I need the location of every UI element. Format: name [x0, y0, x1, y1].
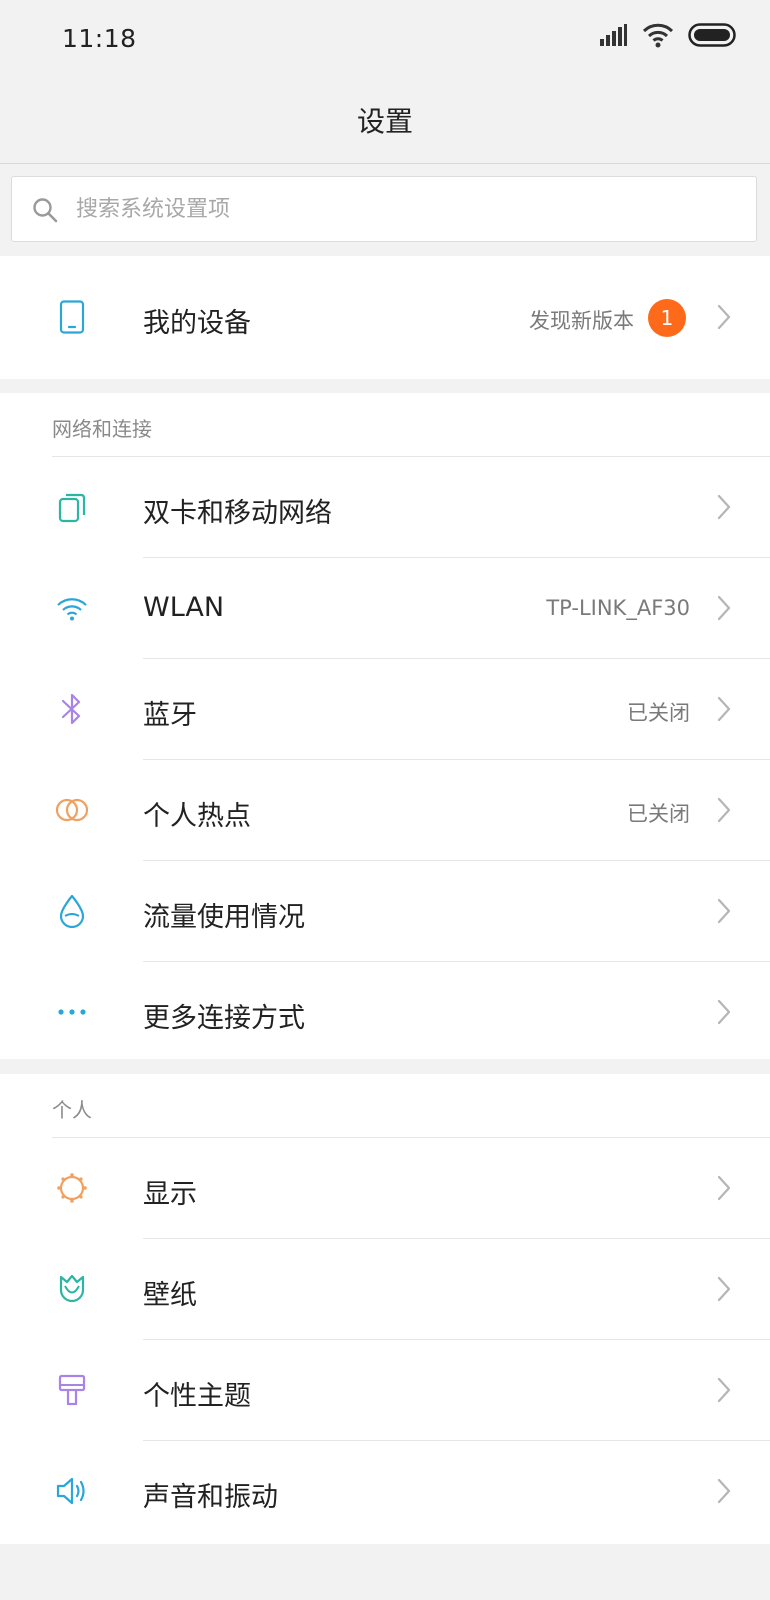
row-label: 流量使用情况 [143, 902, 305, 933]
settings-row-theme[interactable]: 个性主题 [0, 1340, 770, 1441]
chevron-right-icon [716, 594, 732, 626]
row-value: 已关闭 [627, 701, 690, 725]
personal-section: 个人 显示 壁纸 个性主题 声音和振动 [0, 1074, 770, 1544]
row-label: 个性主题 [143, 1381, 251, 1412]
section-header-network: 网络和连接 [0, 393, 770, 457]
settings-row-data-usage[interactable]: 流量使用情况 [0, 861, 770, 962]
chevron-right-icon [716, 1174, 732, 1206]
section-header-personal: 个人 [0, 1074, 770, 1138]
settings-row-sim[interactable]: 双卡和移动网络 [0, 457, 770, 558]
chevron-right-icon [716, 1376, 732, 1408]
settings-row-wallpaper[interactable]: 壁纸 [0, 1239, 770, 1340]
settings-row-hotspot[interactable]: 个人热点 已关闭 [0, 760, 770, 861]
row-label: 个人热点 [143, 801, 251, 832]
row-label: 蓝牙 [143, 700, 197, 731]
row-value: 已关闭 [627, 802, 690, 826]
section-title: 网络和连接 [52, 417, 152, 441]
settings-row-display[interactable]: 显示 [0, 1138, 770, 1239]
settings-row-sound[interactable]: 声音和振动 [0, 1441, 770, 1542]
section-title: 个人 [52, 1098, 92, 1122]
row-label: 声音和振动 [143, 1482, 278, 1513]
wifi-icon [642, 22, 674, 48]
chevron-right-icon [716, 695, 732, 727]
wifi-icon [52, 588, 92, 628]
status-time: 11:18 [62, 24, 137, 53]
my-device-row[interactable]: 我的设备 发现新版本 1 [0, 267, 770, 368]
row-label: 壁纸 [143, 1280, 197, 1311]
search-input[interactable] [76, 187, 676, 231]
theme-icon [52, 1370, 92, 1410]
display-icon [52, 1168, 92, 1208]
chevron-right-icon [716, 1477, 732, 1509]
phone-icon [52, 297, 92, 337]
chevron-right-icon [716, 1275, 732, 1307]
hotspot-icon [52, 790, 92, 830]
sound-icon [52, 1471, 92, 1511]
chevron-right-icon [716, 493, 732, 525]
row-label: 显示 [143, 1179, 197, 1210]
status-icons [600, 22, 736, 48]
signal-icon [600, 24, 628, 46]
row-value: TP-LINK_AF30 [546, 596, 690, 620]
update-badge: 1 [648, 299, 686, 337]
chevron-right-icon [716, 897, 732, 929]
settings-row-wlan[interactable]: WLAN TP-LINK_AF30 [0, 558, 770, 659]
battery-icon [688, 23, 736, 47]
search-area [0, 164, 770, 256]
settings-row-more-connections[interactable]: 更多连接方式 [0, 962, 770, 1063]
search-box[interactable] [11, 176, 757, 242]
data-usage-icon [52, 891, 92, 931]
wallpaper-icon [52, 1269, 92, 1309]
device-card: 我的设备 发现新版本 1 [0, 256, 770, 379]
row-label: 更多连接方式 [143, 1003, 305, 1034]
network-section: 网络和连接 双卡和移动网络 WLAN TP-LINK_AF30 蓝牙 已关闭 个… [0, 393, 770, 1059]
chevron-right-icon [716, 303, 732, 335]
row-label: WLAN [143, 592, 225, 623]
status-bar: 11:18 [0, 0, 770, 80]
my-device-label: 我的设备 [143, 308, 251, 339]
page-title: 设置 [356, 105, 413, 138]
bluetooth-icon [52, 689, 92, 729]
title-bar: 设置 [0, 80, 770, 164]
settings-row-bluetooth[interactable]: 蓝牙 已关闭 [0, 659, 770, 760]
row-label: 双卡和移动网络 [143, 498, 332, 529]
chevron-right-icon [716, 796, 732, 828]
update-notice: 发现新版本 [529, 309, 634, 333]
chevron-right-icon [716, 998, 732, 1030]
sim-card-icon [52, 487, 92, 527]
more-icon [52, 992, 92, 1032]
